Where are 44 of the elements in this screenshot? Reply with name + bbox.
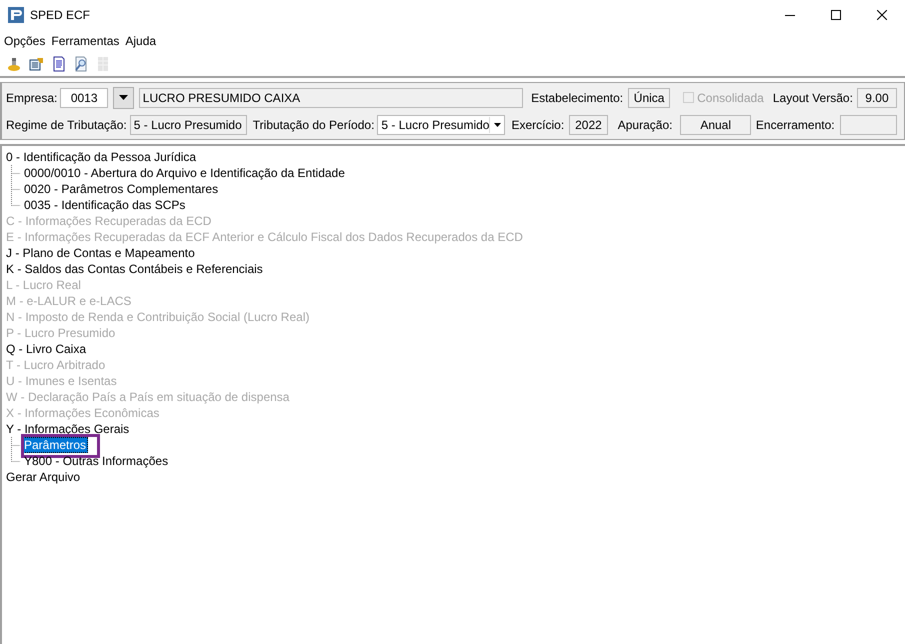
closing-field: [840, 114, 897, 134]
tree-item[interactable]: 0 - Identificação da Pessoa Jurídica: [4, 149, 198, 165]
tree-connector: [11, 165, 20, 181]
tree-item[interactable]: 0000/0010 - Abertura do Arquivo e Identificação da Entidade: [22, 165, 347, 181]
tree-item[interactable]: 0035 - Identificação das SCPs: [22, 197, 188, 213]
app-logo-icon: [8, 7, 24, 23]
tree-item[interactable]: Parâmetros: [22, 437, 88, 453]
field-label: Exercício:: [511, 118, 564, 132]
field-label: Regime de Tributação:: [6, 118, 127, 132]
field-label: Apuração:: [618, 118, 672, 132]
assessment-field: Anual: [680, 114, 751, 134]
checkbox-label: Consolidada: [697, 90, 764, 104]
tree-item[interactable]: K - Saldos das Contas Contábeis e Referenciais: [4, 261, 265, 277]
fiscal-year-field: 2022: [569, 114, 608, 134]
window-title: SPED ECF: [30, 8, 90, 22]
field-label: Tributação do Período:: [252, 118, 374, 132]
tree-item[interactable]: Gerar Arquivo: [4, 469, 82, 485]
tree-item[interactable]: J - Plano de Contas e Mapeamento: [4, 245, 197, 261]
tree-item[interactable]: Y800 - Outras Informações: [22, 453, 170, 469]
tree-item[interactable]: Q - Livro Caixa: [4, 341, 88, 357]
establishment-field: Única: [628, 88, 670, 108]
close-icon: [877, 10, 887, 20]
document-icon[interactable]: [51, 56, 67, 72]
company-name-field: LUCRO PRESUMIDO CAIXA: [138, 88, 524, 108]
tree-item[interactable]: Y - Informações Gerais: [4, 421, 132, 437]
field-label: Encerramento:: [756, 118, 835, 132]
field-label: Estabelecimento:: [531, 90, 624, 104]
menu-item[interactable]: Ajuda: [122, 32, 160, 50]
tax-regime-field: 5 - Lucro Presumido: [130, 114, 247, 134]
tree-item[interactable]: 0020 - Parâmetros Complementares: [22, 181, 220, 197]
company-code-field[interactable]: 0013: [60, 88, 108, 108]
document-edit-icon[interactable]: [29, 56, 45, 72]
field-label: Empresa:: [6, 90, 58, 104]
menu-item[interactable]: Ferramentas: [48, 32, 122, 50]
period-taxation-dropdown[interactable]: 5 - Lucro Presumido: [377, 114, 506, 134]
caret-icon: [494, 122, 501, 126]
maximize-icon: [831, 10, 841, 20]
document-search-icon[interactable]: [73, 56, 89, 72]
caret-icon: [118, 95, 128, 100]
plug-icon[interactable]: [7, 56, 23, 72]
menu-item[interactable]: Opções: [1, 32, 48, 50]
layout-version-field: 9.00: [856, 88, 897, 108]
field-label: Layout Versão:: [772, 90, 853, 104]
dropdown-button[interactable]: [112, 86, 134, 108]
